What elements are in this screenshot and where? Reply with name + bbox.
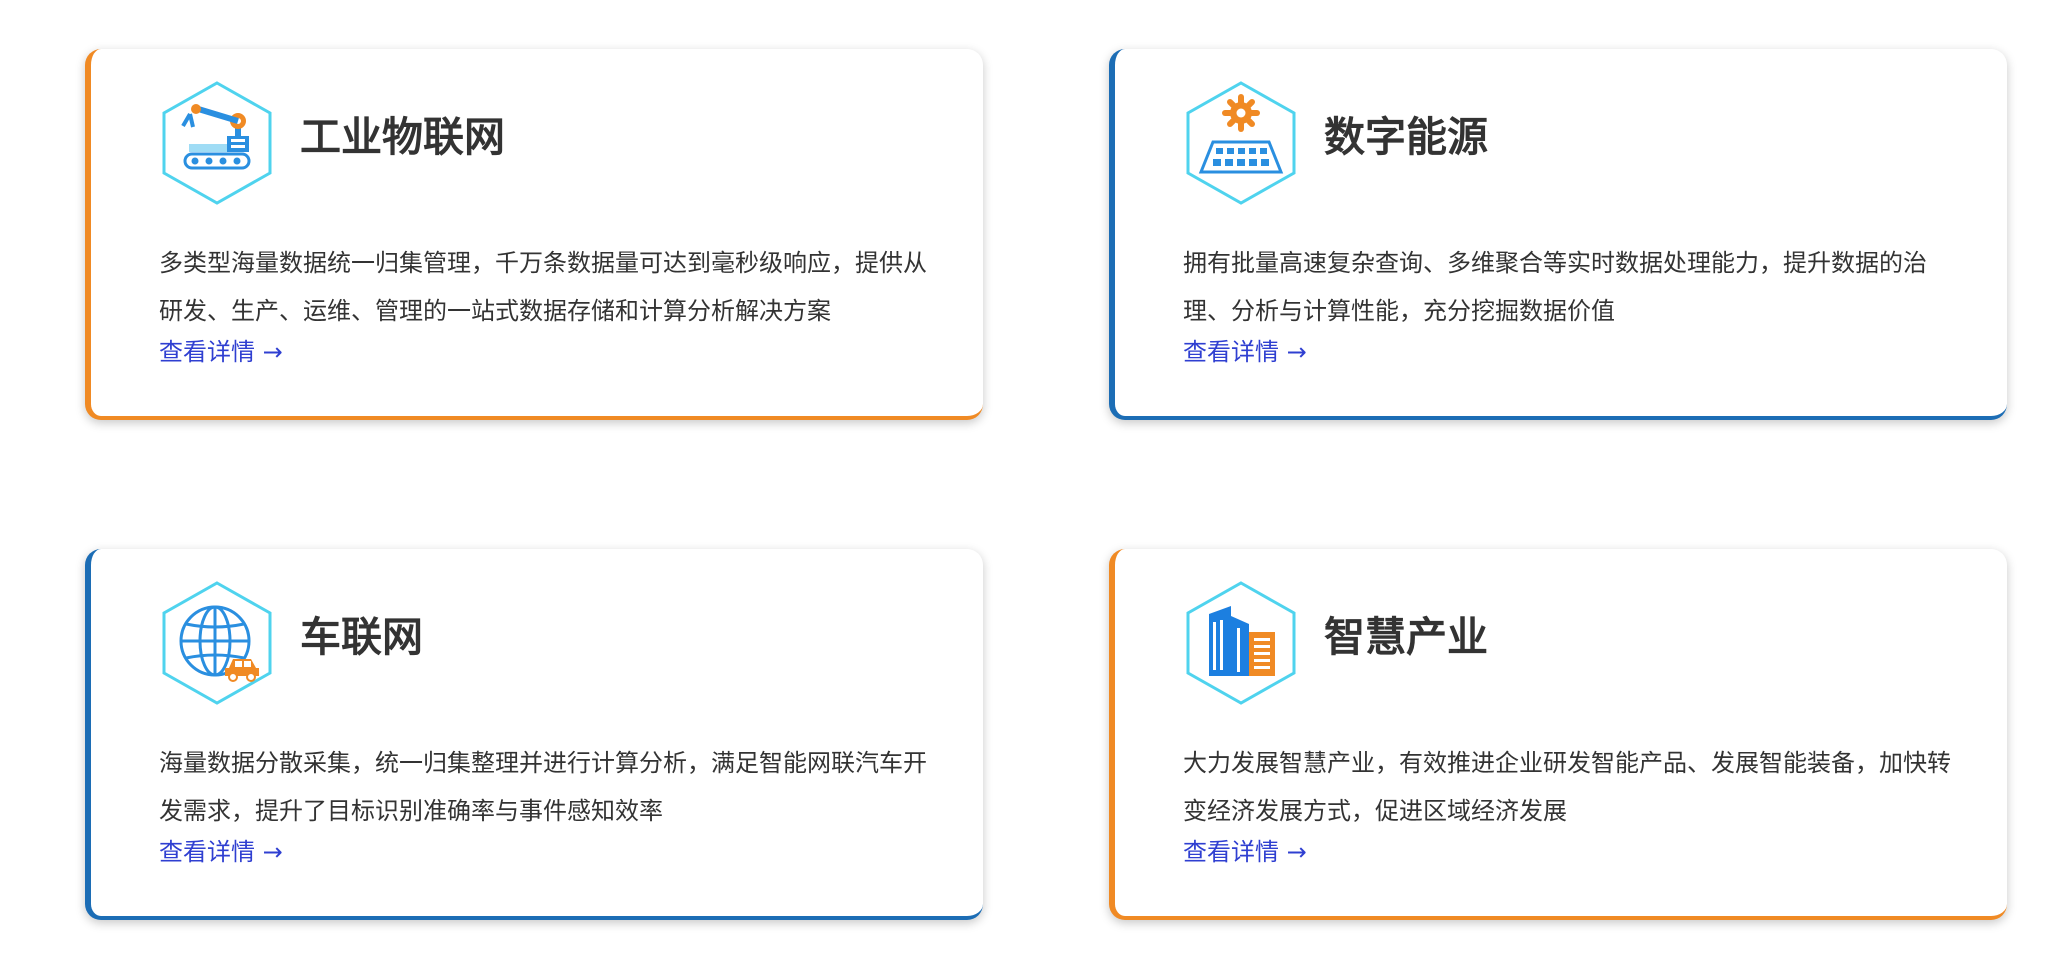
- view-details-link[interactable]: 查看详情 →: [1183, 832, 1307, 872]
- card-description: 大力发展智慧产业，有效推进企业研发智能产品、发展智能装备，加快转变经济发展方式，…: [1183, 749, 1951, 825]
- card-internet-of-vehicles: 车联网 海量数据分散采集，统一归集整理并进行计算分析，满足智能网联汽车开发需求，…: [85, 549, 983, 920]
- card-industrial-iot: 工业物联网 多类型海量数据统一归集管理，千万条数据量可达到毫秒级响应，提供从研发…: [85, 49, 983, 420]
- buildings-icon: [1183, 580, 1299, 706]
- card-smart-industry: 智慧产业 大力发展智慧产业，有效推进企业研发智能产品、发展智能装备，加快转变经济…: [1109, 549, 2007, 920]
- card-description: 拥有批量高速复杂查询、多维聚合等实时数据处理能力，提升数据的治理、分析与计算性能…: [1183, 249, 1927, 325]
- globe-car-icon: [159, 580, 275, 706]
- card-title: 车联网: [300, 613, 423, 661]
- robot-arm-icon: [159, 80, 275, 206]
- card-description: 多类型海量数据统一归集管理，千万条数据量可达到毫秒级响应，提供从研发、生产、运维…: [159, 249, 927, 325]
- card-title: 智慧产业: [1324, 613, 1488, 661]
- solar-panel-icon: [1183, 80, 1299, 206]
- card-digital-energy: 数字能源 拥有批量高速复杂查询、多维聚合等实时数据处理能力，提升数据的治理、分析…: [1109, 49, 2007, 420]
- view-details-link[interactable]: 查看详情 →: [159, 832, 283, 872]
- view-details-link[interactable]: 查看详情 →: [159, 332, 283, 372]
- card-title: 工业物联网: [300, 113, 505, 161]
- card-description: 海量数据分散采集，统一归集整理并进行计算分析，满足智能网联汽车开发需求，提升了目…: [159, 749, 927, 825]
- view-details-link[interactable]: 查看详情 →: [1183, 332, 1307, 372]
- card-title: 数字能源: [1324, 113, 1488, 161]
